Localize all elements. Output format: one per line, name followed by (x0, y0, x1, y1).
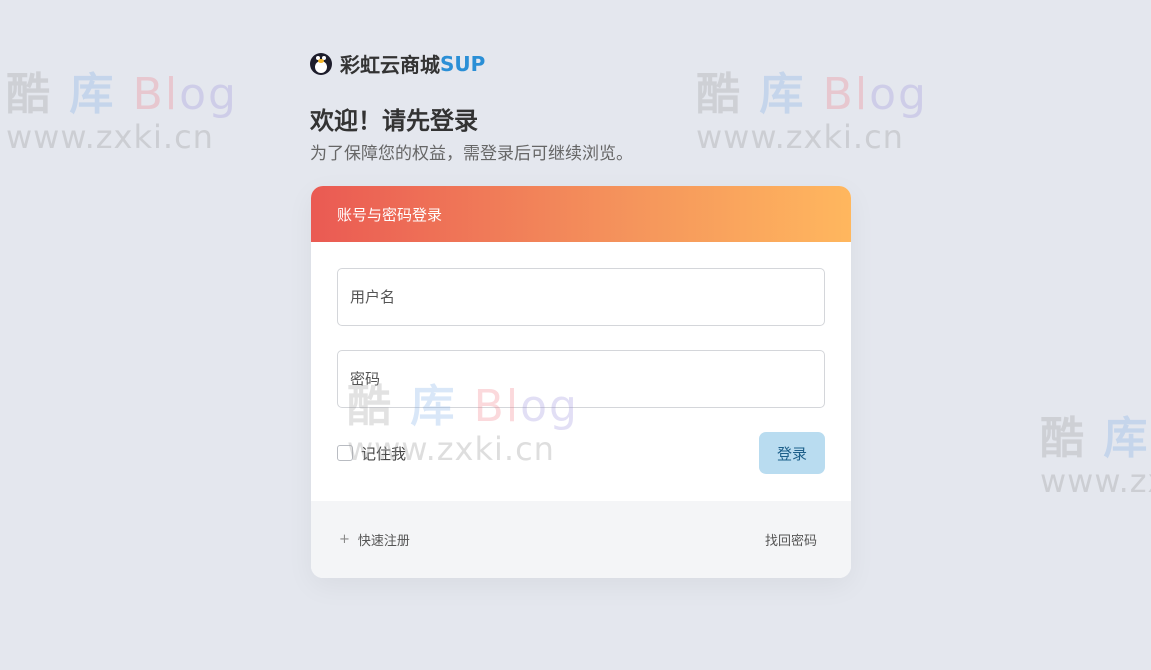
watermark-url: www.zxki.cn (1040, 462, 1151, 500)
plus-icon: + (339, 532, 350, 547)
watermark-url: www.zxki.cn (696, 118, 904, 156)
remember-me[interactable]: 记住我 (337, 443, 406, 464)
watermark-char: 库 (759, 69, 806, 120)
watermark: 酷 库 Blog www.zxki.cn (696, 58, 928, 156)
register-link[interactable]: + 快速注册 (339, 530, 410, 549)
watermark-char: Bl (822, 69, 870, 120)
card-footer: + 快速注册 找回密码 (311, 501, 851, 578)
watermark-char: 库 (1103, 413, 1150, 464)
login-form: 记住我 登录 酷 库 Blog www.zxki.cn (311, 242, 851, 501)
card-header: 账号与密码登录 (311, 186, 851, 242)
brand-suffix: SUP (440, 51, 486, 76)
login-page: 酷 库 Blog www.zxki.cn 酷 库 Blog www.zxki.c… (0, 0, 1151, 670)
forgot-password-link[interactable]: 找回密码 (765, 530, 817, 549)
brand[interactable]: 彩虹云商城 SUP (310, 49, 485, 78)
watermark-char: og (869, 69, 928, 120)
brand-name: 彩虹云商城 (340, 53, 440, 77)
login-button[interactable]: 登录 (759, 432, 825, 474)
watermark-char: og (179, 69, 238, 120)
watermark-char: 酷 (696, 69, 742, 120)
card-title: 账号与密码登录 (337, 205, 443, 224)
watermark: 酷 库 Blog www.zxki.cn (6, 58, 238, 156)
watermark: 酷 库 www.zxki.cn (1040, 402, 1151, 500)
password-field[interactable] (337, 350, 825, 408)
username-input[interactable] (350, 269, 824, 325)
remember-checkbox[interactable] (337, 445, 353, 461)
remember-label: 记住我 (361, 444, 407, 463)
watermark-char: Bl (132, 69, 180, 120)
register-label: 快速注册 (357, 534, 410, 549)
login-card: 账号与密码登录 记住我 登录 酷 库 Blog (311, 186, 851, 578)
watermark-char: 酷 (1040, 413, 1086, 464)
page-subtitle: 为了保障您的权益，需登录后可继续浏览。 (310, 144, 633, 164)
password-input[interactable] (350, 351, 824, 407)
penguin-icon (310, 52, 332, 75)
watermark-char: 酷 (6, 69, 52, 120)
username-field[interactable] (337, 268, 825, 326)
watermark-url: www.zxki.cn (6, 118, 214, 156)
watermark-char: 库 (69, 69, 116, 120)
page-title: 欢迎！请先登录 (310, 107, 478, 135)
